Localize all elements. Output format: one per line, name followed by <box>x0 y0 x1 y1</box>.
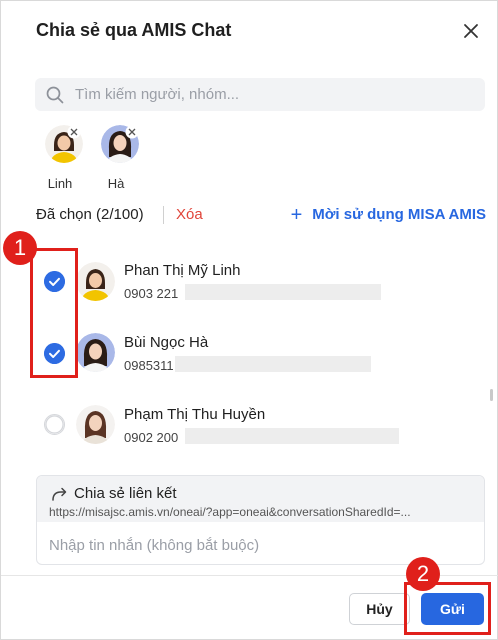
avatar <box>76 405 115 444</box>
message-input[interactable] <box>49 533 474 557</box>
share-link-title: Chia sẻ liên kết <box>74 485 177 502</box>
cancel-button[interactable]: Hủy <box>349 593 410 625</box>
chip-name: Hà <box>107 176 125 191</box>
share-dialog: Chia sẻ qua AMIS Chat Linh <box>0 0 498 640</box>
annotation-badge-1: 1 <box>3 231 37 265</box>
selection-row: Đã chọn (2/100) Xóa + Mời sử dụng MISA AM… <box>36 204 486 226</box>
dialog-header: Chia sẻ qua AMIS Chat <box>1 1 498 61</box>
unchecked-icon[interactable] <box>44 414 65 435</box>
contact-phone: 0985311 <box>124 358 174 373</box>
contact-name: Phạm Thị Thu Huyền <box>124 406 266 423</box>
chip-name: Linh <box>47 176 73 191</box>
search-input[interactable] <box>75 82 475 107</box>
annotation-box-1 <box>30 248 78 378</box>
close-icon[interactable] <box>459 19 483 43</box>
avatar <box>76 333 115 372</box>
selected-chip-ha: Hà <box>93 125 139 191</box>
invite-link[interactable]: + Mời sử dụng MISA AMIS <box>290 204 486 226</box>
divider <box>163 206 164 224</box>
redacted-phone <box>185 428 399 444</box>
avatar <box>76 262 115 301</box>
plus-icon: + <box>290 204 303 226</box>
share-link-header: Chia sẻ liên kết https://misajsc.amis.vn… <box>37 476 484 522</box>
scrollbar[interactable] <box>490 389 493 401</box>
redacted-phone <box>185 284 381 300</box>
selected-chip-linh: Linh <box>37 125 83 191</box>
contact-phone: 0903 221 <box>124 286 179 301</box>
share-link-box: Chia sẻ liên kết https://misajsc.amis.vn… <box>36 475 485 565</box>
contact-name: Bùi Ngọc Hà <box>124 334 209 351</box>
share-arrow-icon <box>52 487 67 501</box>
contact-name: Phan Thị Mỹ Linh <box>124 262 241 279</box>
remove-chip-icon[interactable] <box>67 125 81 139</box>
share-link-url: https://misajsc.amis.vn/oneai/?app=oneai… <box>49 505 411 519</box>
contact-row[interactable]: Phạm Thị Thu Huyền 0902 200 <box>1 395 491 461</box>
annotation-badge-2: 2 <box>406 557 440 591</box>
remove-chip-icon[interactable] <box>125 125 139 139</box>
redacted-phone <box>175 356 371 372</box>
clear-selection-link[interactable]: Xóa <box>176 206 203 223</box>
search-box <box>35 78 485 111</box>
selected-count: Đã chọn (2/100) <box>36 206 144 223</box>
contact-phone: 0902 200 <box>124 430 179 445</box>
invite-label: Mời sử dụng MISA AMIS <box>312 206 486 223</box>
dialog-title: Chia sẻ qua AMIS Chat <box>36 20 232 40</box>
search-icon <box>46 86 64 104</box>
